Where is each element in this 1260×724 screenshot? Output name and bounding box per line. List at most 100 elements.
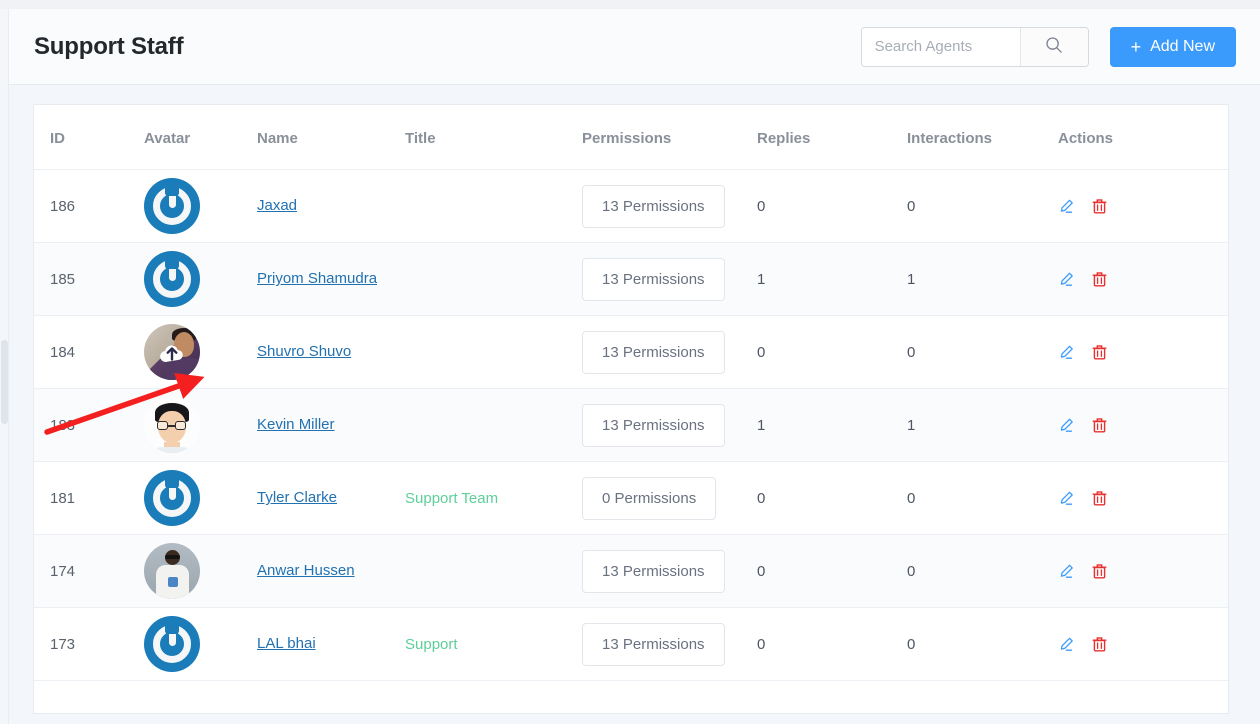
cell-id: 185 <box>34 243 144 316</box>
agent-name-link[interactable]: Shuvro Shuvo <box>257 343 351 360</box>
trash-icon[interactable] <box>1091 271 1108 288</box>
cell-actions <box>1058 243 1228 316</box>
cell-interactions: 0 <box>907 535 1058 608</box>
permissions-button[interactable]: 13 Permissions <box>582 623 725 666</box>
permissions-button[interactable]: 13 Permissions <box>582 404 725 447</box>
cell-id: 173 <box>34 608 144 681</box>
gravatar-default-icon <box>144 251 200 307</box>
cell-name: Tyler Clarke <box>257 462 405 535</box>
trash-icon[interactable] <box>1091 344 1108 361</box>
scrollbar-thumb[interactable] <box>1 340 8 424</box>
trash-icon[interactable] <box>1091 563 1108 580</box>
permissions-button[interactable]: 13 Permissions <box>582 550 725 593</box>
user-photo[interactable] <box>144 397 200 453</box>
cell-permissions: 13 Permissions <box>582 170 757 243</box>
cell-permissions: 13 Permissions <box>582 243 757 316</box>
cell-replies: 0 <box>757 462 907 535</box>
cell-name: Kevin Miller <box>257 389 405 462</box>
cell-replies: 0 <box>757 608 907 681</box>
cell-replies: 0 <box>757 170 907 243</box>
cell-permissions: 13 Permissions <box>582 535 757 608</box>
cell-title <box>405 243 582 316</box>
permissions-button[interactable]: 13 Permissions <box>582 185 725 228</box>
pencil-icon[interactable] <box>1058 417 1075 434</box>
cell-avatar <box>144 535 257 608</box>
column-header-avatar[interactable]: Avatar <box>144 105 257 170</box>
agent-name-link[interactable]: Kevin Miller <box>257 416 335 433</box>
user-photo[interactable] <box>144 543 200 599</box>
column-header-name[interactable]: Name <box>257 105 405 170</box>
table-row: 186 Jaxad 13 Permissions 00 <box>34 170 1228 243</box>
permissions-button[interactable]: 13 Permissions <box>582 258 725 301</box>
cell-actions <box>1058 608 1228 681</box>
upload-avatar-icon[interactable] <box>159 340 186 364</box>
search-button[interactable] <box>1020 28 1088 66</box>
cell-name: Shuvro Shuvo <box>257 316 405 389</box>
cell-replies: 0 <box>757 316 907 389</box>
cell-id: 184 <box>34 316 144 389</box>
table-row: 185Priyom Shamudra13 Permissions11 <box>34 243 1228 316</box>
agent-name-link[interactable]: Jaxad <box>257 197 297 214</box>
trash-icon[interactable] <box>1091 417 1108 434</box>
cell-id: 186 <box>34 170 144 243</box>
agent-name-link[interactable]: LAL bhai <box>257 635 316 652</box>
cell-actions <box>1058 389 1228 462</box>
agent-title: Support <box>405 636 458 653</box>
cell-avatar <box>144 608 257 681</box>
pencil-icon[interactable] <box>1058 344 1075 361</box>
pencil-icon[interactable] <box>1058 563 1075 580</box>
add-new-button[interactable]: + Add New <box>1110 27 1236 67</box>
cell-actions <box>1058 462 1228 535</box>
pencil-icon[interactable] <box>1058 636 1075 653</box>
search-box <box>861 27 1089 67</box>
pencil-icon[interactable] <box>1058 271 1075 288</box>
cell-replies: 0 <box>757 535 907 608</box>
page-scrollbar[interactable] <box>0 9 9 724</box>
agent-name-link[interactable]: Priyom Shamudra <box>257 270 377 287</box>
cell-title: Support Team <box>405 462 582 535</box>
cell-avatar <box>144 389 257 462</box>
permissions-button[interactable]: 0 Permissions <box>582 477 716 520</box>
trash-icon[interactable] <box>1091 490 1108 507</box>
table-body: 186Jaxad13 Permissions00185Priyom Shamud… <box>34 170 1228 681</box>
cell-name: Anwar Hussen <box>257 535 405 608</box>
column-header-title[interactable]: Title <box>405 105 582 170</box>
cell-interactions: 0 <box>907 608 1058 681</box>
column-header-permissions[interactable]: Permissions <box>582 105 757 170</box>
agent-name-link[interactable]: Tyler Clarke <box>257 489 337 506</box>
cell-title <box>405 316 582 389</box>
permissions-button[interactable]: 13 Permissions <box>582 331 725 374</box>
cell-actions <box>1058 535 1228 608</box>
trash-icon[interactable] <box>1091 198 1108 215</box>
cell-avatar <box>144 170 257 243</box>
cell-permissions: 13 Permissions <box>582 608 757 681</box>
pencil-icon[interactable] <box>1058 490 1075 507</box>
cell-interactions: 0 <box>907 170 1058 243</box>
gravatar-default-icon <box>144 470 200 526</box>
cell-avatar <box>144 243 257 316</box>
table-row: 174Anwar Hussen13 Permissions00 <box>34 535 1228 608</box>
trash-icon[interactable] <box>1091 636 1108 653</box>
table-row: 184 Shuvro Shuvo 13 Permissions 00 <box>34 316 1228 389</box>
column-header-id[interactable]: ID <box>34 105 144 170</box>
column-header-actions[interactable]: Actions <box>1058 105 1228 170</box>
column-header-replies[interactable]: Replies <box>757 105 907 170</box>
cell-id: 181 <box>34 462 144 535</box>
table-header-row: ID Avatar Name Title Permissions Replies… <box>34 105 1228 170</box>
gravatar-default-icon <box>144 178 200 234</box>
cell-permissions: 13 Permissions <box>582 316 757 389</box>
pencil-icon[interactable] <box>1058 198 1075 215</box>
cell-replies: 1 <box>757 243 907 316</box>
search-input[interactable] <box>862 28 1020 66</box>
column-header-interactions[interactable]: Interactions <box>907 105 1058 170</box>
staff-table: ID Avatar Name Title Permissions Replies… <box>34 105 1228 681</box>
user-photo[interactable] <box>144 324 200 380</box>
page-title: Support Staff <box>34 33 183 61</box>
search-icon <box>1045 36 1063 57</box>
cell-interactions: 0 <box>907 462 1058 535</box>
cell-actions <box>1058 316 1228 389</box>
agent-name-link[interactable]: Anwar Hussen <box>257 562 355 579</box>
page-header: Support Staff + Add New <box>9 9 1260 85</box>
cell-interactions: 0 <box>907 316 1058 389</box>
cell-name: LAL bhai <box>257 608 405 681</box>
